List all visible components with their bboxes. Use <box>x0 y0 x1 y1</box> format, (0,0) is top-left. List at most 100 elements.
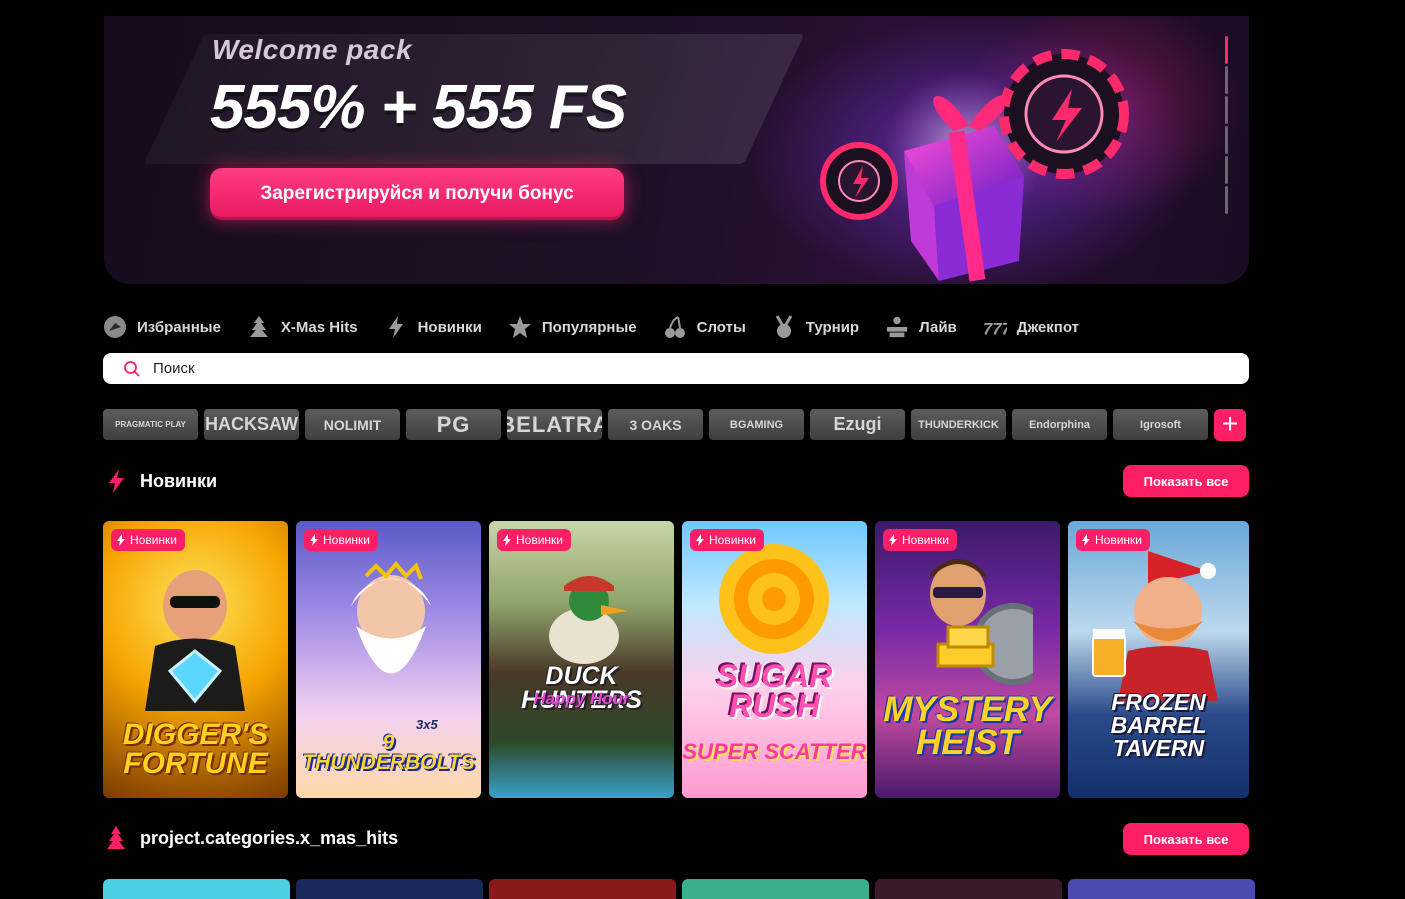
banner-pager <box>1225 36 1229 216</box>
pager-dot[interactable] <box>1225 186 1228 214</box>
category-tournament[interactable]: Турнир <box>772 315 859 339</box>
game-card[interactable] <box>682 879 869 899</box>
search-icon <box>124 360 140 377</box>
lightning-icon <box>310 534 318 546</box>
game-card[interactable] <box>296 879 483 899</box>
lightning-icon <box>889 534 897 546</box>
provider-3-oaks[interactable]: 3 OAKS <box>608 409 703 440</box>
category-label: Лайв <box>919 318 957 336</box>
game-title: Digger's Fortune <box>122 718 269 780</box>
category-nav: Избранные X-Mas Hits Новинки Популярные … <box>103 312 1105 342</box>
provider-igrosoft[interactable]: Igrosoft <box>1113 409 1208 440</box>
category-new[interactable]: Новинки <box>384 315 482 339</box>
category-label: Избранные <box>137 318 221 336</box>
game-subtitle: Super Scatter <box>682 739 867 764</box>
category-label: Джекпот <box>1016 318 1079 336</box>
game-title: Mystery Heist <box>883 690 1052 763</box>
new-badge: Новинки <box>497 529 571 551</box>
game-subtitle: 3x5 <box>416 717 438 732</box>
lightning-icon <box>503 534 511 546</box>
category-slots[interactable]: Слоты <box>663 315 746 339</box>
game-art <box>351 561 431 674</box>
lightning-icon <box>696 534 704 546</box>
lightning-icon <box>117 534 125 546</box>
game-card-frozen-barrel-tavern[interactable]: Новинки Frozen Barrel Tavern <box>1068 521 1249 798</box>
provider-hacksaw[interactable]: HACKSAW <box>204 409 299 440</box>
lightning-icon <box>1082 534 1090 546</box>
new-badge: Новинки <box>690 529 764 551</box>
provider-bgaming[interactable]: BGAMING <box>709 409 804 440</box>
category-jackpot[interactable]: 777 Джекпот <box>983 315 1079 339</box>
category-label: Популярные <box>541 318 637 336</box>
game-art <box>930 559 1033 685</box>
game-card-diggers-fortune[interactable]: Новинки Digger's Fortune <box>103 521 288 798</box>
pager-dot[interactable] <box>1225 96 1228 124</box>
category-live[interactable]: Лайв <box>885 315 957 339</box>
section-header-new: Новинки <box>103 468 217 494</box>
provider-pg[interactable]: PG <box>406 409 501 440</box>
show-all-xmas-button[interactable]: Показать все <box>1123 823 1249 855</box>
game-card-mystery-heist[interactable]: Новинки Mystery Heist <box>875 521 1060 798</box>
promo-banner[interactable]: Welcome pack 555% + 555 FS Зарегистрируй… <box>104 16 1249 284</box>
search-bar[interactable] <box>103 353 1249 384</box>
category-favorites[interactable]: Избранные <box>103 315 221 339</box>
game-art <box>145 570 245 711</box>
dealer-icon <box>885 315 909 339</box>
game-art <box>549 576 629 664</box>
provider-belatra[interactable]: BELATRA <box>507 409 602 440</box>
games-row-xmas <box>103 879 1261 899</box>
game-art <box>1092 551 1218 701</box>
provider-endorphina[interactable]: Endorphina <box>1012 409 1107 440</box>
game-card[interactable] <box>875 879 1062 899</box>
lightning-icon <box>384 315 408 339</box>
show-all-new-button[interactable]: Показать все <box>1123 465 1249 497</box>
new-badge: Новинки <box>304 529 378 551</box>
register-bonus-button[interactable]: Зарегистрируйся и получи бонус <box>210 168 624 220</box>
provider-pragmatic-play[interactable]: PRAGMATIC PLAY <box>103 409 198 440</box>
christmas-tree-icon <box>103 825 129 851</box>
game-title: 9 Thunderbolts <box>302 731 475 774</box>
star-icon <box>508 315 532 339</box>
banner-headline: 555% + 555 FS <box>210 73 627 142</box>
pager-dot[interactable] <box>1225 156 1228 184</box>
pager-dot[interactable] <box>1225 126 1228 154</box>
new-badge: Новинки <box>1076 529 1150 551</box>
section-title: project.categories.x_mas_hits <box>140 827 399 848</box>
game-card[interactable] <box>103 879 290 899</box>
new-badge: Новинки <box>883 529 957 551</box>
category-popular[interactable]: Популярные <box>508 315 637 339</box>
category-label: Новинки <box>417 318 482 336</box>
lightning-icon <box>103 468 129 494</box>
provider-strip: PRAGMATIC PLAY HACKSAW NOLIMIT PG BELATR… <box>103 409 1214 440</box>
game-title: Sugar Rush <box>716 658 833 725</box>
game-subtitle: Happy Hour <box>533 689 630 708</box>
christmas-tree-icon <box>247 315 271 339</box>
game-title: Frozen Barrel Tavern <box>1110 689 1207 761</box>
pager-dot[interactable] <box>1225 66 1228 94</box>
pager-dot[interactable] <box>1225 36 1228 64</box>
favorites-icon <box>103 315 127 339</box>
provider-thunderkick[interactable]: THUNDERKICK <box>911 409 1006 440</box>
category-xmas-hits[interactable]: X-Mas Hits <box>247 315 358 339</box>
game-card[interactable] <box>489 879 676 899</box>
search-input[interactable] <box>151 359 1155 378</box>
cherries-icon <box>663 315 687 339</box>
game-card-sugar-rush[interactable]: Новинки Sugar Rush Super Scatter <box>682 521 867 798</box>
category-label: X-Mas Hits <box>280 318 358 336</box>
category-label: Слоты <box>696 318 746 336</box>
poker-chip-illustration <box>999 49 1129 179</box>
medal-icon <box>772 315 796 339</box>
jackpot-777-icon: 777 <box>983 315 1007 339</box>
game-card-duck-hunters[interactable]: Новинки Duck Hunters Happy Hour <box>489 521 674 798</box>
game-art <box>719 544 829 654</box>
banner-welcome: Welcome pack <box>212 34 413 65</box>
category-label: Турнир <box>805 318 860 336</box>
new-badge: Новинки <box>111 529 185 551</box>
games-row-new: Новинки Digger's Fortune Новинки 3x5 9 T… <box>103 521 1249 798</box>
game-card-9-thunderbolts[interactable]: Новинки 3x5 9 Thunderbolts <box>296 521 481 798</box>
game-card[interactable] <box>1068 879 1255 899</box>
more-providers-button[interactable]: + <box>1214 409 1246 441</box>
section-title: Новинки <box>140 470 218 491</box>
provider-ezugi[interactable]: Ezugi <box>810 409 905 440</box>
provider-nolimit[interactable]: NOLIMIT <box>305 409 400 440</box>
